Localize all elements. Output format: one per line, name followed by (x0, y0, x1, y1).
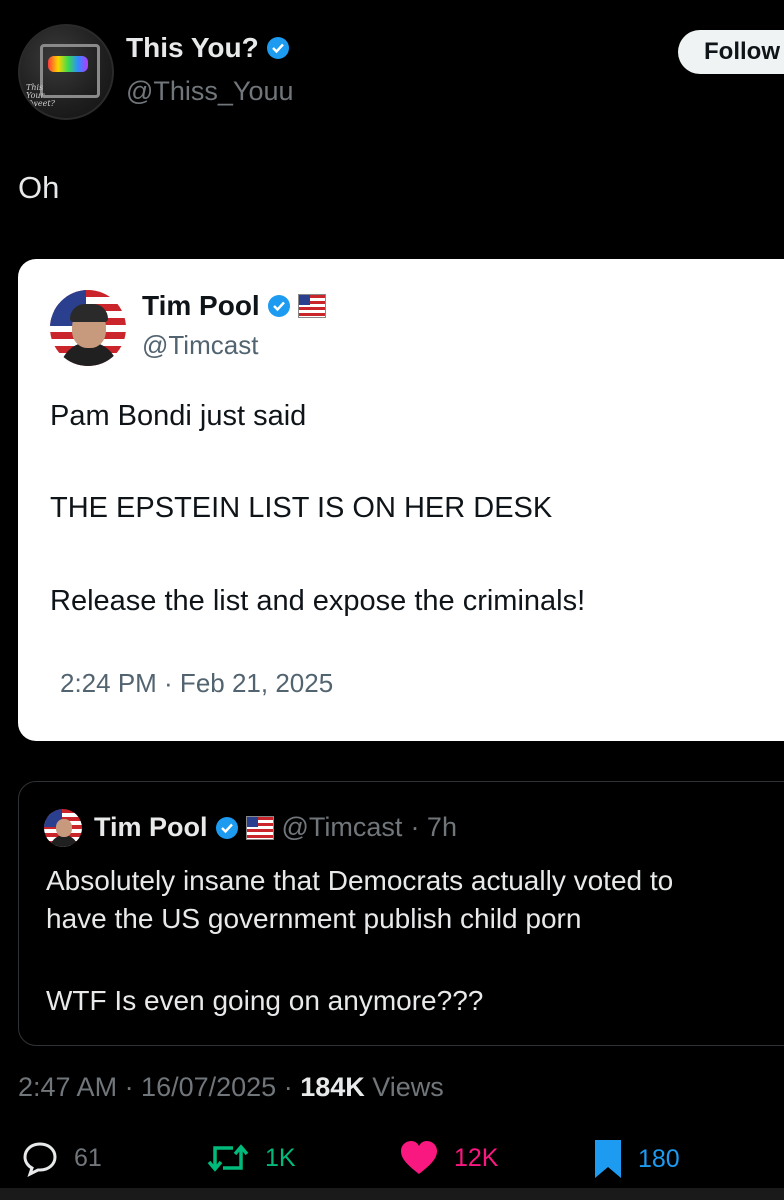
quoted-tweet-handle: @Timcast (281, 812, 403, 842)
quoted-tweet-text-line: WTF Is even going on anymore??? (46, 985, 484, 1016)
embedded-handle: @Timcast (142, 330, 259, 360)
reply-icon (23, 1142, 57, 1177)
embedded-display-name-row: Tim Pool (142, 290, 326, 322)
embedded-avatar (50, 290, 126, 366)
bookmark-icon (595, 1140, 621, 1178)
like-count: 12K (454, 1143, 499, 1172)
retweet-icon (207, 1144, 249, 1172)
avatar-text: This Your Tweet? (26, 83, 55, 108)
avatar-beanie-graphic (70, 304, 108, 322)
author-avatar[interactable]: This Your Tweet? (18, 24, 114, 120)
news-badge-icon (245, 815, 274, 840)
quoted-tweet-avatar (44, 809, 82, 847)
author-display-name-row[interactable]: This You? (126, 32, 289, 64)
bookmark-button[interactable]: 180 (592, 1138, 680, 1180)
tweet-timestamp[interactable]: 2:47 AM · 16/07/2025 · (18, 1072, 300, 1102)
retweet-count: 1K (265, 1143, 296, 1172)
like-button[interactable]: 12K (398, 1138, 498, 1178)
verified-badge-icon (215, 816, 238, 839)
tweet-text: Oh (18, 170, 60, 205)
verified-badge-icon (266, 37, 289, 59)
news-badge-icon (297, 294, 326, 318)
views-count: 184K (300, 1072, 365, 1102)
verified-badge-icon (267, 295, 290, 317)
avatar-head-graphic (56, 819, 72, 837)
reply-button[interactable]: 61 (20, 1138, 102, 1178)
author-handle[interactable]: @Thiss_Youu (126, 76, 294, 107)
follow-button[interactable]: Follow (678, 30, 784, 74)
quoted-tweet-text-line: have the US government publish child por… (46, 903, 582, 934)
embedded-display-name: Tim Pool (142, 290, 260, 321)
quoted-tweet-display-name: Tim Pool (94, 812, 208, 842)
quoted-tweet-age: · 7h (410, 812, 457, 842)
embedded-text-line: Release the list and expose the criminal… (50, 585, 586, 617)
embedded-timestamp: 2:24 PM · Feb 21, 2025 (60, 668, 334, 698)
author-display-name[interactable]: This You? (126, 32, 259, 64)
tweet-meta: 2:47 AM · 16/07/2025 · 184K Views (18, 1072, 444, 1103)
embedded-text-line: THE EPSTEIN LIST IS ON HER DESK (50, 492, 553, 524)
quoted-tweet-text-line: Absolutely insane that Democrats actuall… (46, 865, 674, 896)
bottom-bar (0, 1188, 784, 1200)
views-label: Views (364, 1072, 444, 1102)
reply-count: 61 (74, 1143, 102, 1172)
heart-icon (401, 1141, 437, 1174)
quoted-tweet-header: Tim Pool @Timcast · 7h (94, 812, 457, 843)
bookmark-count: 180 (638, 1144, 680, 1173)
avatar-glasses-graphic (48, 56, 88, 72)
embedded-text-line: Pam Bondi just said (50, 400, 307, 432)
retweet-button[interactable]: 1K (205, 1138, 296, 1178)
